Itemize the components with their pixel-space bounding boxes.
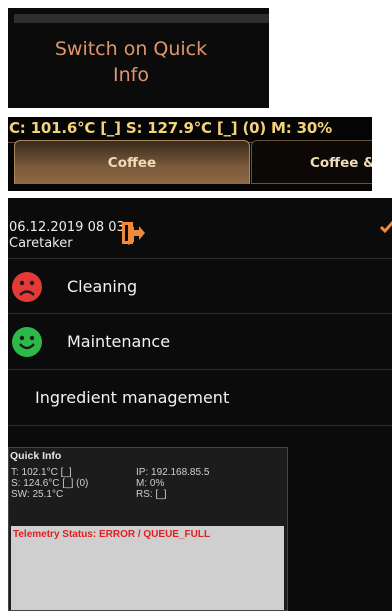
quick-info-box: Quick Info T: 102.1°C [_] S: 124.6°C [_]… (8, 447, 288, 611)
quick-info-temperature: T: 102.1°C [_] (11, 467, 72, 478)
telemetry-status-text: Telemetry Status: ERROR / QUEUE_FULL (13, 529, 211, 540)
quick-info-title: Quick Info (10, 450, 62, 462)
user-role-label: Caretaker (9, 236, 73, 251)
temperature-status-text: C: 101.6°C [_] S: 127.9°C [_] (0) M: 30% (9, 119, 332, 137)
toggle-label-line1: Switch on Quick (54, 38, 208, 60)
quick-info-m: M: 0% (136, 478, 165, 489)
caretaker-menu-panel: 06.12.2019 08 03 Caretaker Cleaning Main… (8, 198, 392, 611)
quick-info-rs: RS: [_] (136, 489, 167, 500)
quick-info-ip: IP: 192.168.85.5 (136, 467, 210, 478)
telemetry-status-box: Telemetry Status: ERROR / QUEUE_FULL (11, 526, 284, 610)
menu-item-label: Maintenance (67, 332, 171, 351)
quick-info-toggle-panel: Switch on Quick Info (8, 8, 269, 108)
checkmark-icon (380, 221, 392, 234)
menu-item-label: Cleaning (67, 277, 138, 296)
datetime-label: 06.12.2019 08 03 (9, 220, 125, 235)
tab-coffee-and[interactable]: Coffee & (251, 140, 372, 184)
menu-item-cleaning[interactable]: Cleaning (8, 258, 392, 314)
menu-item-label: Ingredient management (35, 388, 230, 407)
menu-item-ingredient-management[interactable]: Ingredient management (8, 370, 392, 426)
smiley-face-icon (12, 327, 42, 357)
switch-on-quick-info-button[interactable]: Switch on Quick Info (8, 36, 254, 88)
sad-face-icon (12, 272, 42, 302)
toggle-label-line2: Info (113, 64, 149, 86)
top-strip (14, 14, 269, 23)
tab-coffee[interactable]: Coffee (14, 140, 250, 184)
quick-info-sw: SW: 25.1°C (11, 489, 64, 500)
quick-info-steam: S: 124.6°C [_] (0) (11, 478, 89, 489)
status-and-tabs-panel: C: 101.6°C [_] S: 127.9°C [_] (0) M: 30%… (8, 117, 372, 191)
logout-icon[interactable] (119, 220, 145, 246)
menu-item-maintenance[interactable]: Maintenance (8, 314, 392, 370)
